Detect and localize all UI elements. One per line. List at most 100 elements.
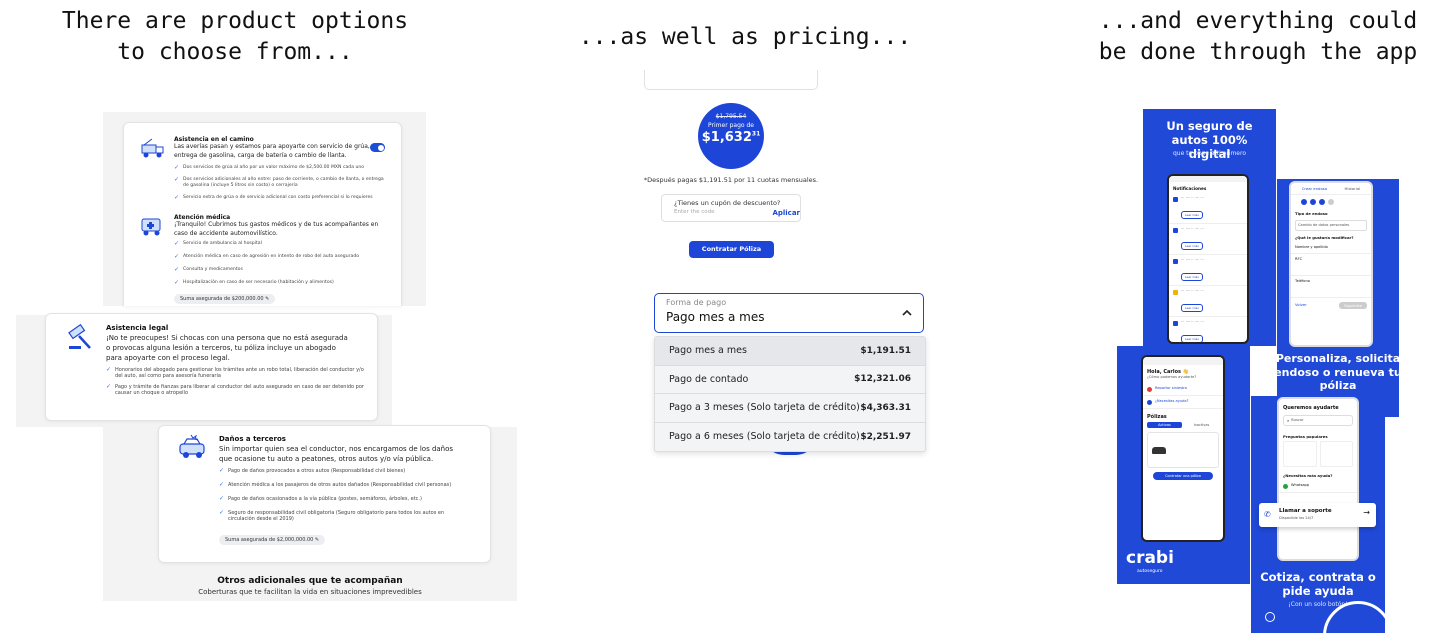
others-subtitle: Coberturas que te facilitan la vida en s… (198, 588, 422, 596)
phone-endorsement: Crear endoso Historial Tipo de endoso Ca… (1289, 181, 1373, 347)
payment-options-list: Pago mes a mes $1,191.51 Pago de contado $… (654, 336, 926, 452)
endorsement-row[interactable]: RFC (1291, 254, 1371, 276)
contract-policy-cta[interactable]: Contratar una póliza (1153, 472, 1213, 480)
option-amount: $12,321.06 (854, 374, 911, 385)
check-icon: ✓ (219, 481, 225, 488)
car-crash-icon (177, 434, 209, 462)
phone-home: Hola, Carlos 👋 ¿Cómo podemos ayudarte? R… (1141, 355, 1225, 542)
check-icon: ✓ (174, 266, 180, 273)
next-button[interactable]: Siguiente (1339, 302, 1367, 309)
phone-icon: ✆ (1264, 510, 1271, 519)
chevron-up-icon (901, 304, 913, 316)
whatsapp-item[interactable]: Whatsapp (1279, 480, 1357, 493)
faq-card[interactable] (1319, 441, 1353, 467)
bullet-text: Pago de daños provocados a otros autos (… (228, 468, 406, 474)
check-icon: ✓ (106, 383, 112, 390)
bullet-item: ✓ Atención médica en caso de agresión en … (174, 254, 384, 260)
pencil-icon: ✎ (314, 537, 320, 543)
payment-option[interactable]: Pago mes a mes $1,191.51 (655, 337, 925, 366)
option-label: Pago de contado (669, 373, 749, 385)
help-title: Queremos ayudarte (1283, 405, 1339, 411)
bullet-item: ✓ Honorarios del abogado para gestionar l… (106, 367, 366, 380)
payment-form-select[interactable]: Forma de pago Pago mes a mes (654, 293, 924, 333)
payment-option[interactable]: Pago a 6 meses (Solo tarjeta de crédito)… (655, 423, 925, 452)
bullet-item: ✓ Servicio de ambulancia al hospital (174, 241, 384, 247)
notification-item[interactable]: ··· ···· ·· ···· ··· Leer más (1169, 193, 1247, 224)
bullet-text: Dos servicios de grúa al año por un valo… (183, 165, 365, 170)
report-claim-item[interactable]: Reportar siniestro (1143, 383, 1223, 396)
medical-bullets: ✓ Servicio de ambulancia al hospital ✓ Ate… (174, 241, 384, 286)
coupon-label: ¿Tienes un cupón de descuento? (674, 199, 781, 207)
search-icon: ⌕ (1287, 418, 1290, 423)
caption-left: There are product options to choose from… (40, 6, 430, 68)
endorsement-row[interactable]: Teléfono (1291, 276, 1371, 298)
legal-desc: ¡No te preocupes! Si chocas con una pers… (106, 334, 348, 362)
home-greeting: Hola, Carlos 👋 (1147, 369, 1189, 375)
apply-coupon-button[interactable]: Aplicar (772, 209, 800, 217)
bullet-item: ✓ Pago de daños ocasionados a la vía públ… (219, 496, 464, 503)
ambulance-icon (140, 215, 166, 237)
need-help-item[interactable]: ¿Necesitas ayuda? (1143, 396, 1223, 409)
endorsement-row[interactable]: Nombre y apellido (1291, 242, 1371, 254)
stepper (1291, 195, 1371, 209)
bell-icon (1173, 228, 1178, 233)
promo1-sub: que te pone a ti primero (1172, 150, 1247, 157)
bullet-text: Atención médica a los pasajeros de otros… (228, 482, 452, 488)
call-support-card[interactable]: ✆ Llamar a soporte Disponible las 24/7 → (1259, 503, 1376, 527)
bullet-text: Hospitalización en caso de ser necesario… (183, 280, 334, 285)
medical-sum-badge[interactable]: Suma asegurada de $200,000.00 ✎ (174, 294, 276, 304)
third-party-title: Daños a terceros (219, 435, 286, 443)
tab-history[interactable]: Historial (1345, 186, 1361, 191)
bullet-text: Consulta y medicamentos (183, 267, 243, 272)
notification-item[interactable]: ··· ···· ·· ···· ··· Leer más (1169, 317, 1247, 342)
notification-item[interactable]: ··· ···· ·· ···· ··· Leer más (1169, 286, 1247, 317)
payment-option[interactable]: Pago a 3 meses (Solo tarjeta de crédito)… (655, 394, 925, 423)
old-price: $1,795.54 (715, 113, 747, 120)
caption-center: ...as well as pricing... (555, 22, 935, 53)
notification-item[interactable]: ··· ···· ·· ···· ··· Leer más (1169, 224, 1247, 255)
tab-active[interactable]: Activas (1147, 422, 1182, 428)
bullet-item: ✓ Dos servicios de grúa al año por un val… (174, 165, 384, 171)
tow-truck-icon (140, 137, 166, 159)
promo2-headline: Personaliza, solicita endoso o renueva t… (1274, 352, 1402, 392)
endorsement-type-label: Tipo de endoso (1295, 211, 1328, 216)
third-party-sum-badge[interactable]: Suma asegurada de $2,000,000.00 ✎ (219, 535, 326, 545)
tab-inactive[interactable]: Inactivas (1184, 422, 1219, 428)
gavel-icon (66, 322, 96, 352)
after-payments-note: *Después pagas $1,191.51 por 11 cuotas m… (643, 176, 819, 184)
read-more-button[interactable]: Leer más (1181, 242, 1203, 250)
bullet-item: ✓ Hospitalización en caso de ser necesari… (174, 280, 384, 286)
car-icon (1152, 447, 1166, 454)
option-amount: $4,363.31 (860, 402, 911, 413)
bullet-item: ✓ Seguro de responsabilidad civil obligat… (219, 509, 464, 523)
check-icon: ✓ (219, 509, 225, 516)
read-more-button[interactable]: Leer más (1181, 211, 1203, 219)
check-icon: ✓ (174, 194, 180, 201)
roadside-toggle[interactable] (370, 143, 385, 152)
bullet-text: Honorarios del abogado para gestionar lo… (115, 367, 364, 379)
faq-card[interactable] (1283, 441, 1317, 467)
read-more-button[interactable]: Leer más (1181, 335, 1203, 342)
bell-icon (1173, 259, 1178, 264)
tab-create-endorsement[interactable]: Crear endoso (1302, 186, 1327, 191)
caption-right: ...and everything could be done through … (1080, 6, 1436, 68)
coupon-input[interactable]: Enter the code (674, 209, 715, 215)
arrow-right-icon: → (1363, 508, 1370, 517)
policy-card[interactable] (1147, 432, 1219, 468)
contract-policy-button[interactable]: Contratar Póliza (689, 241, 774, 258)
home-greeting-sub: ¿Cómo podemos ayudarte? (1147, 375, 1197, 379)
help-search-input[interactable]: ⌕ Buscar (1283, 415, 1353, 426)
roadside-bullets: ✓ Dos servicios de grúa al año por un val… (174, 165, 384, 201)
coverage-card-top: Asistencia en el camino Las averías pasa… (123, 122, 402, 306)
brand-sub: autoseguro (1137, 569, 1163, 574)
read-more-button[interactable]: Leer más (1181, 273, 1203, 281)
back-button[interactable]: Volver (1295, 302, 1307, 309)
read-more-button[interactable]: Leer más (1181, 304, 1203, 312)
legal-card: Asistencia legal ¡No te preocupes! Si ch… (45, 313, 378, 421)
bullet-text: Seguro de responsabilidad civil obligato… (228, 510, 445, 522)
phone-help: Queremos ayudarte ⌕ Buscar Preguntas pop… (1277, 397, 1359, 561)
notification-item[interactable]: ··· ···· ·· ···· ··· Leer más (1169, 255, 1247, 286)
endorsement-type-select[interactable]: Cambio de datos personales (1295, 220, 1367, 231)
caption-right-line1: ...and everything could (1098, 8, 1418, 34)
payment-option[interactable]: Pago de contado $12,321.06 (655, 366, 925, 394)
